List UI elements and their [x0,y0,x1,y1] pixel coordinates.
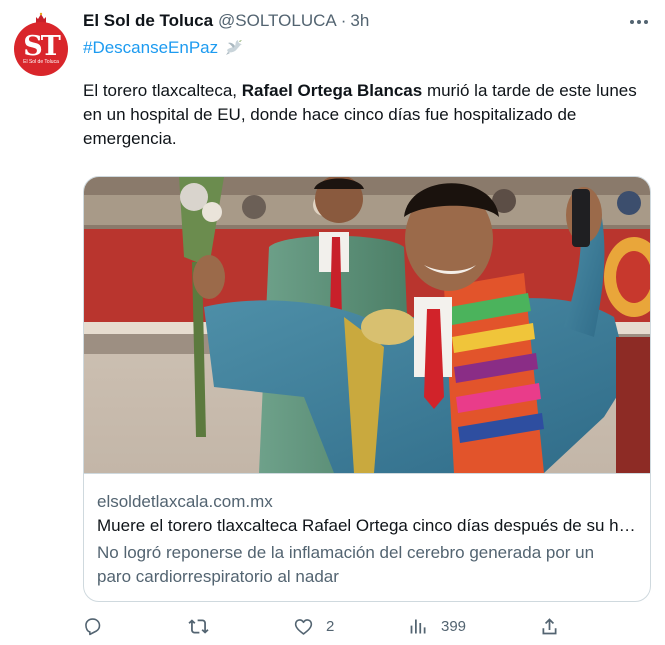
action-bar: 2 399 [80,612,560,640]
views-icon [410,619,426,633]
tweet-text: El torero tlaxcalteca, Rafael Ortega Bla… [83,79,643,151]
card-image[interactable] [84,177,650,473]
heart-icon [294,618,313,635]
like-count: 2 [326,617,335,635]
card-meta[interactable]: elsoldetlaxcala.com.mx Muere el torero t… [84,473,650,601]
like-button[interactable]: 2 [293,612,334,640]
reply-icon [85,617,101,635]
share-icon [542,617,557,634]
views-count: 399 [441,617,467,635]
card-description: No logró reponerse de la inflamación del… [97,543,595,586]
display-name[interactable]: El Sol de Toluca [83,11,213,31]
bullfighter-photo [84,177,650,473]
hashtag-line: #DescanseEnPaz [83,37,244,59]
reply-button[interactable] [82,612,115,640]
timestamp[interactable]: 3h [350,11,369,31]
dove-emoji-icon [226,40,243,55]
separator-dot: · [340,11,347,30]
card-title: Muere el torero tlaxcalteca Rafael Orteg… [97,516,642,535]
tweet-text-part: El torero tlaxcalteca, [83,81,242,100]
logo-circle: ST El Sol de Toluca [14,22,68,76]
tweet-text-bold: Rafael Ortega Blancas [241,81,423,100]
link-card[interactable]: elsoldetlaxcala.com.mx Muere el torero t… [83,176,651,602]
tweet-header: El Sol de Toluca @SOLTOLUCA · 3h [83,11,369,33]
retweet-icon [188,618,209,634]
hashtag-link[interactable]: #DescanseEnPaz [83,38,218,58]
avatar[interactable]: ST El Sol de Toluca [14,12,70,76]
more-icon [630,20,648,24]
retweet-button[interactable] [188,612,221,640]
views-button[interactable]: 399 [408,612,466,640]
share-button[interactable] [539,612,560,640]
handle[interactable]: @SOLTOLUCA [218,11,337,31]
logo-subtitle: El Sol de Toluca [23,59,59,65]
tweet[interactable]: ST El Sol de Toluca El Sol de Toluca @SO… [0,0,665,645]
card-domain: elsoldetlaxcala.com.mx [97,492,273,511]
more-options-button[interactable] [626,12,652,32]
logo-text: ST [23,30,61,62]
